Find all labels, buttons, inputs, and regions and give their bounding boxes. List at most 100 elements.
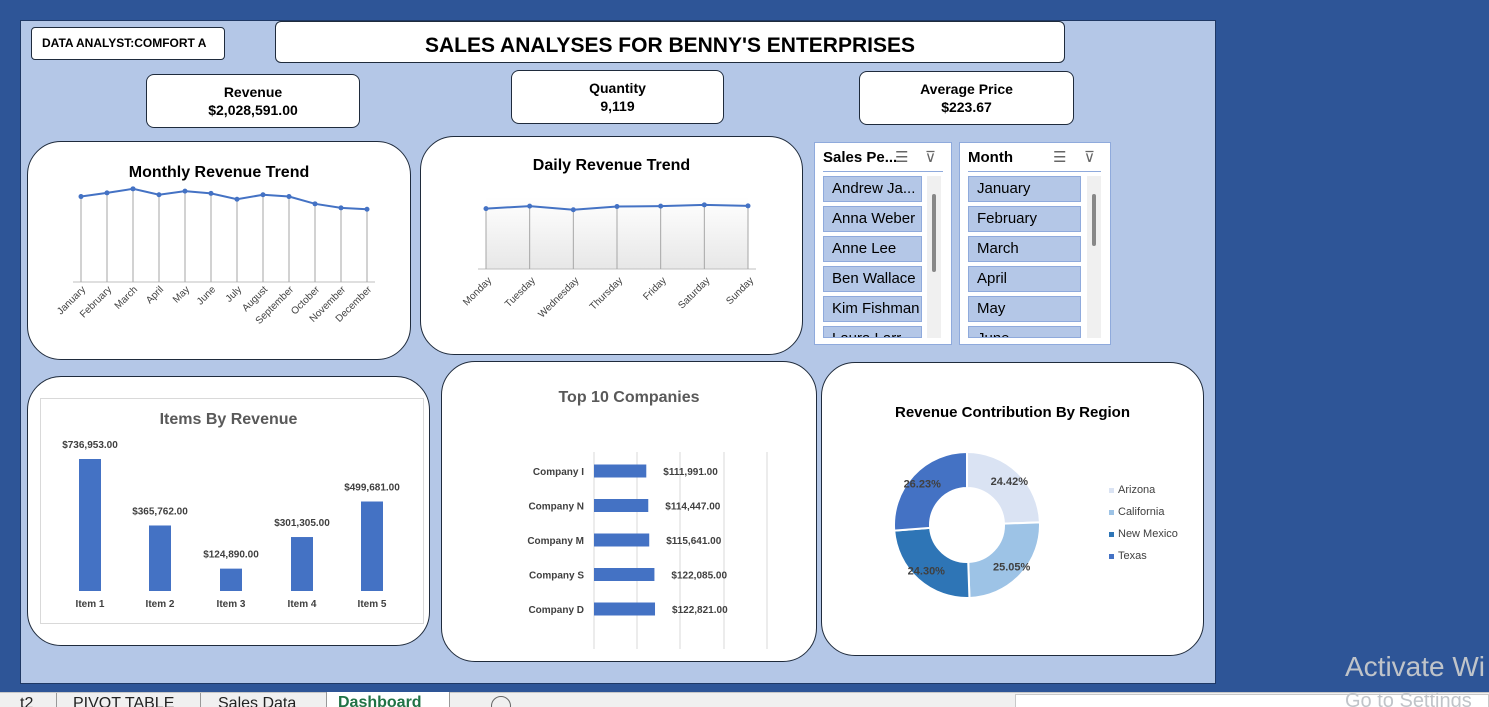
monthly-data-point xyxy=(260,192,266,198)
salesperson-slicer[interactable]: Sales Pe... ☰ ⊽ Andrew Ja... Anna Weber An… xyxy=(814,142,952,345)
month-tick-label: June xyxy=(195,284,218,307)
monthly-data-point xyxy=(104,190,110,196)
daily-data-point xyxy=(614,204,620,210)
month-item-june[interactable]: June xyxy=(968,326,1081,338)
monthly-revenue-chart: JanuaryFebruaryMarch April May June JulyAugu… xyxy=(55,186,375,327)
daily-data-point xyxy=(483,206,489,212)
day-tick-label: Friday xyxy=(641,275,668,302)
revenue-label: Revenue xyxy=(223,84,283,100)
multi-select-icon[interactable]: ☰ xyxy=(1053,148,1066,166)
clear-filter-icon[interactable]: ⊽ xyxy=(925,148,936,166)
analyst-label: DATA ANALYST:COMFORT A xyxy=(42,36,207,50)
monthly-data-point xyxy=(208,190,214,196)
average-price-value: $223.67 xyxy=(941,99,992,115)
multi-select-icon[interactable]: ☰ xyxy=(895,148,908,166)
region-slice-label: 24.30% xyxy=(908,565,946,577)
month-item-may[interactable]: May xyxy=(968,296,1081,322)
page-title: SALES ANALYSES FOR BENNY'S ENTERPRISES xyxy=(424,34,916,57)
company-category-label: Company N xyxy=(528,502,584,513)
salesperson-item-anna-weber[interactable]: Anna Weber xyxy=(823,206,922,232)
monthly-data-point xyxy=(312,201,318,207)
monthly-data-point xyxy=(156,192,162,198)
monthly-data-point xyxy=(130,186,136,192)
item-bar-value-label: $301,305.00 xyxy=(274,518,330,529)
monthly-data-point xyxy=(364,206,370,212)
clear-filter-icon[interactable]: ⊽ xyxy=(1084,148,1095,166)
company-bar-value-label: $115,641.00 xyxy=(666,536,721,547)
legend-label: Arizona xyxy=(1118,484,1156,496)
monthly-svg-series-line xyxy=(80,187,368,211)
monthly-data-point xyxy=(286,194,292,200)
item-bar-value-label: $736,953.00 xyxy=(62,440,118,451)
legend-swatch xyxy=(1109,532,1114,537)
item-bar xyxy=(149,525,171,591)
month-scrollbar[interactable] xyxy=(1087,176,1101,338)
salesperson-scroll-thumb[interactable] xyxy=(932,194,936,272)
company-bar xyxy=(594,602,656,616)
title-box: SALES ANALYSES FOR BENNY'S ENTERPRISES xyxy=(275,21,1065,63)
daily-revenue-chart: Monday TuesdayWednesday Thursday Friday Satu… xyxy=(461,197,756,320)
salesperson-item-ben-wallace[interactable]: Ben Wallace xyxy=(823,266,922,292)
monthly-revenue-panel[interactable]: Monthly Revenue Trend January February Mar… xyxy=(27,141,411,360)
analyst-label-box: DATA ANALYST:COMFORT A xyxy=(31,27,225,60)
daily-data-point xyxy=(701,202,707,208)
month-tick-label: July xyxy=(224,284,244,304)
region-slice-label: 25.05% xyxy=(993,562,1031,574)
month-item-march[interactable]: March xyxy=(968,236,1081,262)
day-tick-label: Monday xyxy=(461,275,494,308)
day-tick-label: Saturday xyxy=(676,275,712,311)
company-bar xyxy=(594,533,650,547)
salesperson-item-kim-fishman[interactable]: Kim Fishman xyxy=(823,296,922,322)
day-tick-label: Sunday xyxy=(724,275,756,307)
sheet-tab-t2[interactable]: t2 xyxy=(20,693,33,707)
quantity-value: 9,119 xyxy=(600,98,635,114)
monthly-data-point xyxy=(338,205,344,211)
day-tick-label: Thursday xyxy=(588,275,625,312)
quantity-label: Quantity xyxy=(589,80,646,96)
items-revenue-panel[interactable]: Items By Revenue $736,953.00 Item 1 $365,7… xyxy=(27,376,430,646)
item-category-label: Item 2 xyxy=(146,599,175,610)
sheet-tab-dashboard-active[interactable]: Dashboard xyxy=(326,692,450,707)
legend-label: New Mexico xyxy=(1118,528,1178,540)
daily-data-point xyxy=(570,207,576,213)
monthly-data-point xyxy=(78,194,84,200)
region-slice xyxy=(893,526,971,599)
top-companies-panel[interactable]: Top 10 Companies Company I $111,991.00 Com… xyxy=(441,361,817,662)
dashboard-canvas: DATA ANALYST:COMFORT A SALES ANALYSES FO… xyxy=(20,20,1216,684)
month-scroll-thumb[interactable] xyxy=(1092,194,1096,246)
region-donut-chart: 24.42% 25.05% 24.30% 26.23% Arizona Californi… xyxy=(893,450,1178,599)
region-slice xyxy=(967,521,1041,599)
salesperson-item-anne-lee[interactable]: Anne Lee xyxy=(823,236,922,262)
company-category-label: Company D xyxy=(528,605,584,616)
salesperson-item-andrew-ja[interactable]: Andrew Ja... xyxy=(823,176,922,202)
sheet-tab-dashboard[interactable]: Dashboard xyxy=(338,692,422,707)
item-category-label: Item 1 xyxy=(76,599,105,610)
salesperson-item-laura-larr[interactable]: Laura Larr... xyxy=(823,326,922,338)
region-panel[interactable]: Revenue Contribution By Region 24.42% 25.… xyxy=(821,362,1204,656)
month-item-january[interactable]: January xyxy=(968,176,1081,202)
item-bar xyxy=(291,537,313,591)
average-price-label: Average Price xyxy=(920,81,1013,97)
region-slice-label: 24.42% xyxy=(991,476,1029,488)
legend-label: Texas xyxy=(1118,550,1147,562)
company-bar xyxy=(594,568,655,581)
salesperson-scrollbar[interactable] xyxy=(927,176,941,338)
item-bar-value-label: $124,890.00 xyxy=(203,550,259,561)
company-bar xyxy=(594,499,649,512)
legend-label: California xyxy=(1118,506,1165,518)
sheet-tab-pivot-table[interactable]: PIVOT TABLE xyxy=(73,693,174,707)
sheet-tab-sales-data[interactable]: Sales Data xyxy=(218,693,296,707)
legend-swatch xyxy=(1109,510,1114,515)
month-slicer[interactable]: Month ☰ ⊽ January February March April May Ju… xyxy=(959,142,1111,345)
day-tick-label: Wednesday xyxy=(536,275,581,320)
month-tick-label: April xyxy=(144,284,166,306)
month-item-february[interactable]: February xyxy=(968,206,1081,232)
add-sheet-icon[interactable] xyxy=(491,696,511,707)
company-bar-value-label: $114,447.00 xyxy=(665,502,720,513)
month-item-april[interactable]: April xyxy=(968,266,1081,292)
region-slice xyxy=(893,450,968,532)
company-category-label: Company M xyxy=(527,536,584,547)
monthly-data-point xyxy=(234,196,240,202)
daily-revenue-panel[interactable]: Daily Revenue Trend Monday Tuesday Wednesd… xyxy=(420,136,803,355)
month-slicer-title: Month xyxy=(968,149,1013,166)
